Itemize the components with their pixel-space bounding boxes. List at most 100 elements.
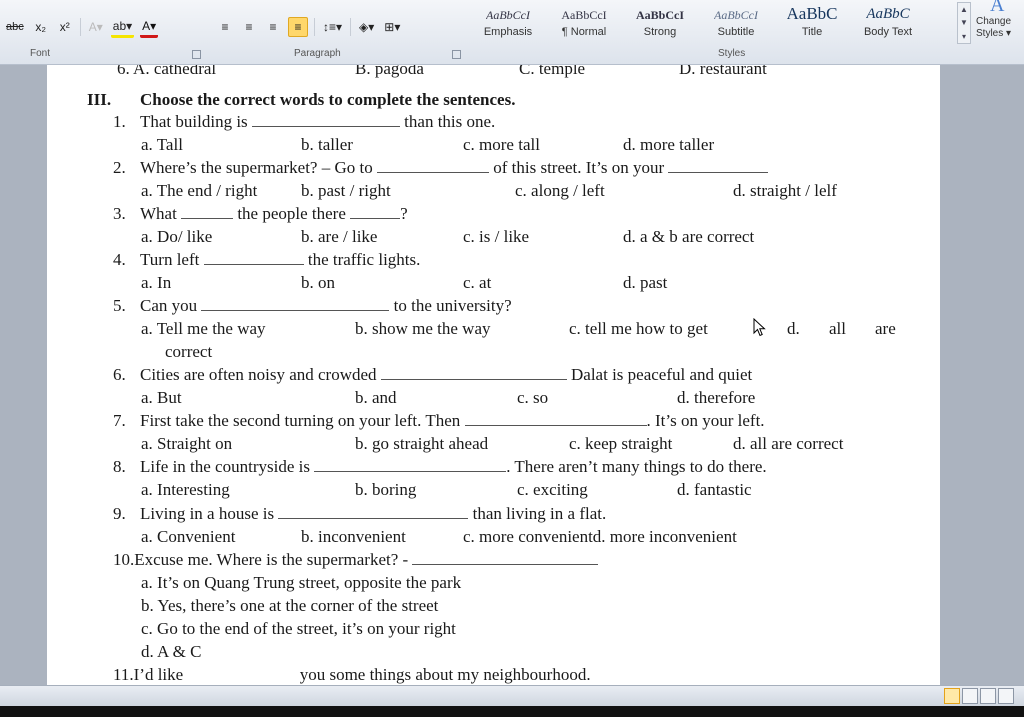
style-title[interactable]: AaBbC Title xyxy=(774,0,850,44)
question-text: Where’s the supermarket? – Go to xyxy=(140,158,373,177)
question-text: What xyxy=(140,204,177,223)
style-sample: AaBbCcI xyxy=(486,8,530,22)
shading-icon[interactable]: ◈▾ xyxy=(357,18,376,36)
answer-blank xyxy=(278,504,469,519)
question-text: First take the second turning on your le… xyxy=(140,411,461,430)
question-text: Life in the countryside is xyxy=(140,457,310,476)
subscript-button[interactable]: x₂ xyxy=(32,18,50,36)
justify-icon[interactable]: ≡ xyxy=(288,17,308,37)
answer-blank xyxy=(380,365,567,380)
option-a: a. But xyxy=(141,388,182,407)
answer-blank xyxy=(251,112,400,127)
change-styles-button[interactable]: Change Styles ▾ xyxy=(976,16,1024,40)
question-text: than this one. xyxy=(404,112,496,131)
paragraph-group-label: Paragraph xyxy=(294,48,341,59)
question-2: 2. Where’s the supermarket? – Go to of t… xyxy=(113,157,769,179)
answer-blank xyxy=(376,158,489,173)
align-right-icon[interactable]: ≡ xyxy=(264,18,282,36)
outline-view-icon[interactable] xyxy=(998,688,1014,704)
document-page[interactable]: 6. A. cathedral B. pagoda C. temple D. r… xyxy=(47,65,940,685)
option-d: d. straight / lelf xyxy=(733,181,837,200)
style-strong[interactable]: AaBbCcI Strong xyxy=(622,0,698,44)
gallery-more-icon[interactable]: ▾ xyxy=(962,32,966,41)
option-a: a. Tell me the way xyxy=(141,319,266,338)
question-text: I’d like xyxy=(133,665,184,684)
question-number: 3. xyxy=(113,204,126,223)
answer-blank xyxy=(203,250,304,265)
style-subtitle[interactable]: AaBbCcI Subtitle xyxy=(698,0,774,44)
option-d: d. xyxy=(787,319,800,338)
line-spacing-icon[interactable]: ↕≡▾ xyxy=(321,18,344,36)
font-color-icon[interactable]: A▾ xyxy=(140,17,159,38)
style-name: ¶ Normal xyxy=(561,26,607,38)
styles-gallery-scroll[interactable]: ▲ ▼ ▾ xyxy=(957,2,971,44)
scroll-up-icon[interactable]: ▲ xyxy=(960,5,968,14)
styles-group-label: Styles xyxy=(718,48,746,59)
align-left-icon[interactable]: ≡ xyxy=(216,18,234,36)
option-d: d. all are correct xyxy=(733,434,844,453)
style-sample: AaBbCcI xyxy=(635,8,684,22)
option-a: a. It’s on Quang Trung street, opposite … xyxy=(141,573,462,592)
style-name: Strong xyxy=(643,26,677,38)
question-number: 4. xyxy=(113,250,126,269)
option-b: b. past / right xyxy=(301,181,391,200)
align-center-icon[interactable]: ≡ xyxy=(240,18,258,36)
question-number: 10. xyxy=(113,550,135,569)
question-4: 4. Turn left the traffic lights. xyxy=(113,249,420,271)
question-text: Living in a house is xyxy=(140,504,275,523)
question-text: Excuse me. Where is the supermarket? - xyxy=(134,550,409,569)
highlight-icon[interactable]: ab▾ xyxy=(110,17,135,38)
option-c: c. more convenientd. more inconvenient xyxy=(463,527,737,546)
print-layout-view-icon[interactable] xyxy=(944,688,960,704)
taskbar-edge xyxy=(0,706,1024,717)
section-title: Choose the correct words to complete the… xyxy=(140,90,516,109)
option-a: a. Do/ like xyxy=(141,227,213,246)
font-dialog-launcher-icon[interactable] xyxy=(192,50,201,59)
style-body-text[interactable]: AaBbC Body Text xyxy=(850,0,926,44)
option-d: d. past xyxy=(623,273,668,292)
text-effects-icon[interactable]: A▾ xyxy=(87,18,105,36)
divider xyxy=(79,18,81,36)
question-9: 9. Living in a house is than living in a… xyxy=(113,503,606,525)
question-3: 3. What the people there ? xyxy=(113,203,408,225)
full-screen-view-icon[interactable] xyxy=(962,688,978,704)
superscript-button[interactable]: x² xyxy=(56,18,74,36)
option-c: c. along / left xyxy=(515,181,605,200)
answer-blank xyxy=(181,204,234,219)
question-text: the people there xyxy=(237,204,346,223)
question-text: the traffic lights. xyxy=(307,250,421,269)
question-text: Cities are often noisy and crowded xyxy=(140,365,377,384)
question-number: 6. xyxy=(113,365,126,384)
change-styles-icon: A xyxy=(990,0,1005,16)
cut-option-c: C. temple xyxy=(519,65,586,78)
option-c: c. is / like xyxy=(463,227,530,246)
style-emphasis[interactable]: AaBbCcI Emphasis xyxy=(470,0,546,44)
question-1: 1. That building is than this one. xyxy=(113,111,495,133)
scroll-down-icon[interactable]: ▼ xyxy=(960,18,968,27)
question-5: 5. Can you to the university? xyxy=(113,295,512,317)
option-c: c. Go to the end of the street, it’s on … xyxy=(141,619,456,638)
option-b: b. and xyxy=(355,388,397,407)
option-b: b. Yes, there’s one at the corner of the… xyxy=(141,596,439,615)
option-a: a. The end / right xyxy=(141,181,258,200)
answer-blank xyxy=(412,550,599,565)
font-group-label: Font xyxy=(30,48,51,59)
option-b: b. go straight ahead xyxy=(355,434,489,453)
option-b: b. on xyxy=(301,273,335,292)
option-b: b. boring xyxy=(355,480,417,499)
style-sample: AaBbCcI xyxy=(561,8,607,22)
web-layout-view-icon[interactable] xyxy=(980,688,996,704)
cut-option-a: 6. A. cathedral xyxy=(117,65,217,78)
cut-option-b: B. pagoda xyxy=(355,65,424,78)
option-d: d. fantastic xyxy=(677,480,752,499)
question-number: 2. xyxy=(113,158,126,177)
strikethrough-button[interactable]: abc xyxy=(4,18,26,36)
style-sample: AaBbC xyxy=(866,6,910,22)
font-tools: abc x₂ x² A▾ ab▾ A▾ xyxy=(4,16,159,38)
paragraph-dialog-launcher-icon[interactable] xyxy=(452,50,461,59)
style-normal[interactable]: AaBbCcI ¶ Normal xyxy=(546,0,622,44)
answer-blank xyxy=(314,457,507,472)
question-text: you some things about my neighbourhood. xyxy=(299,665,591,684)
answer-blank xyxy=(668,158,769,173)
borders-icon[interactable]: ⊞▾ xyxy=(382,18,402,36)
